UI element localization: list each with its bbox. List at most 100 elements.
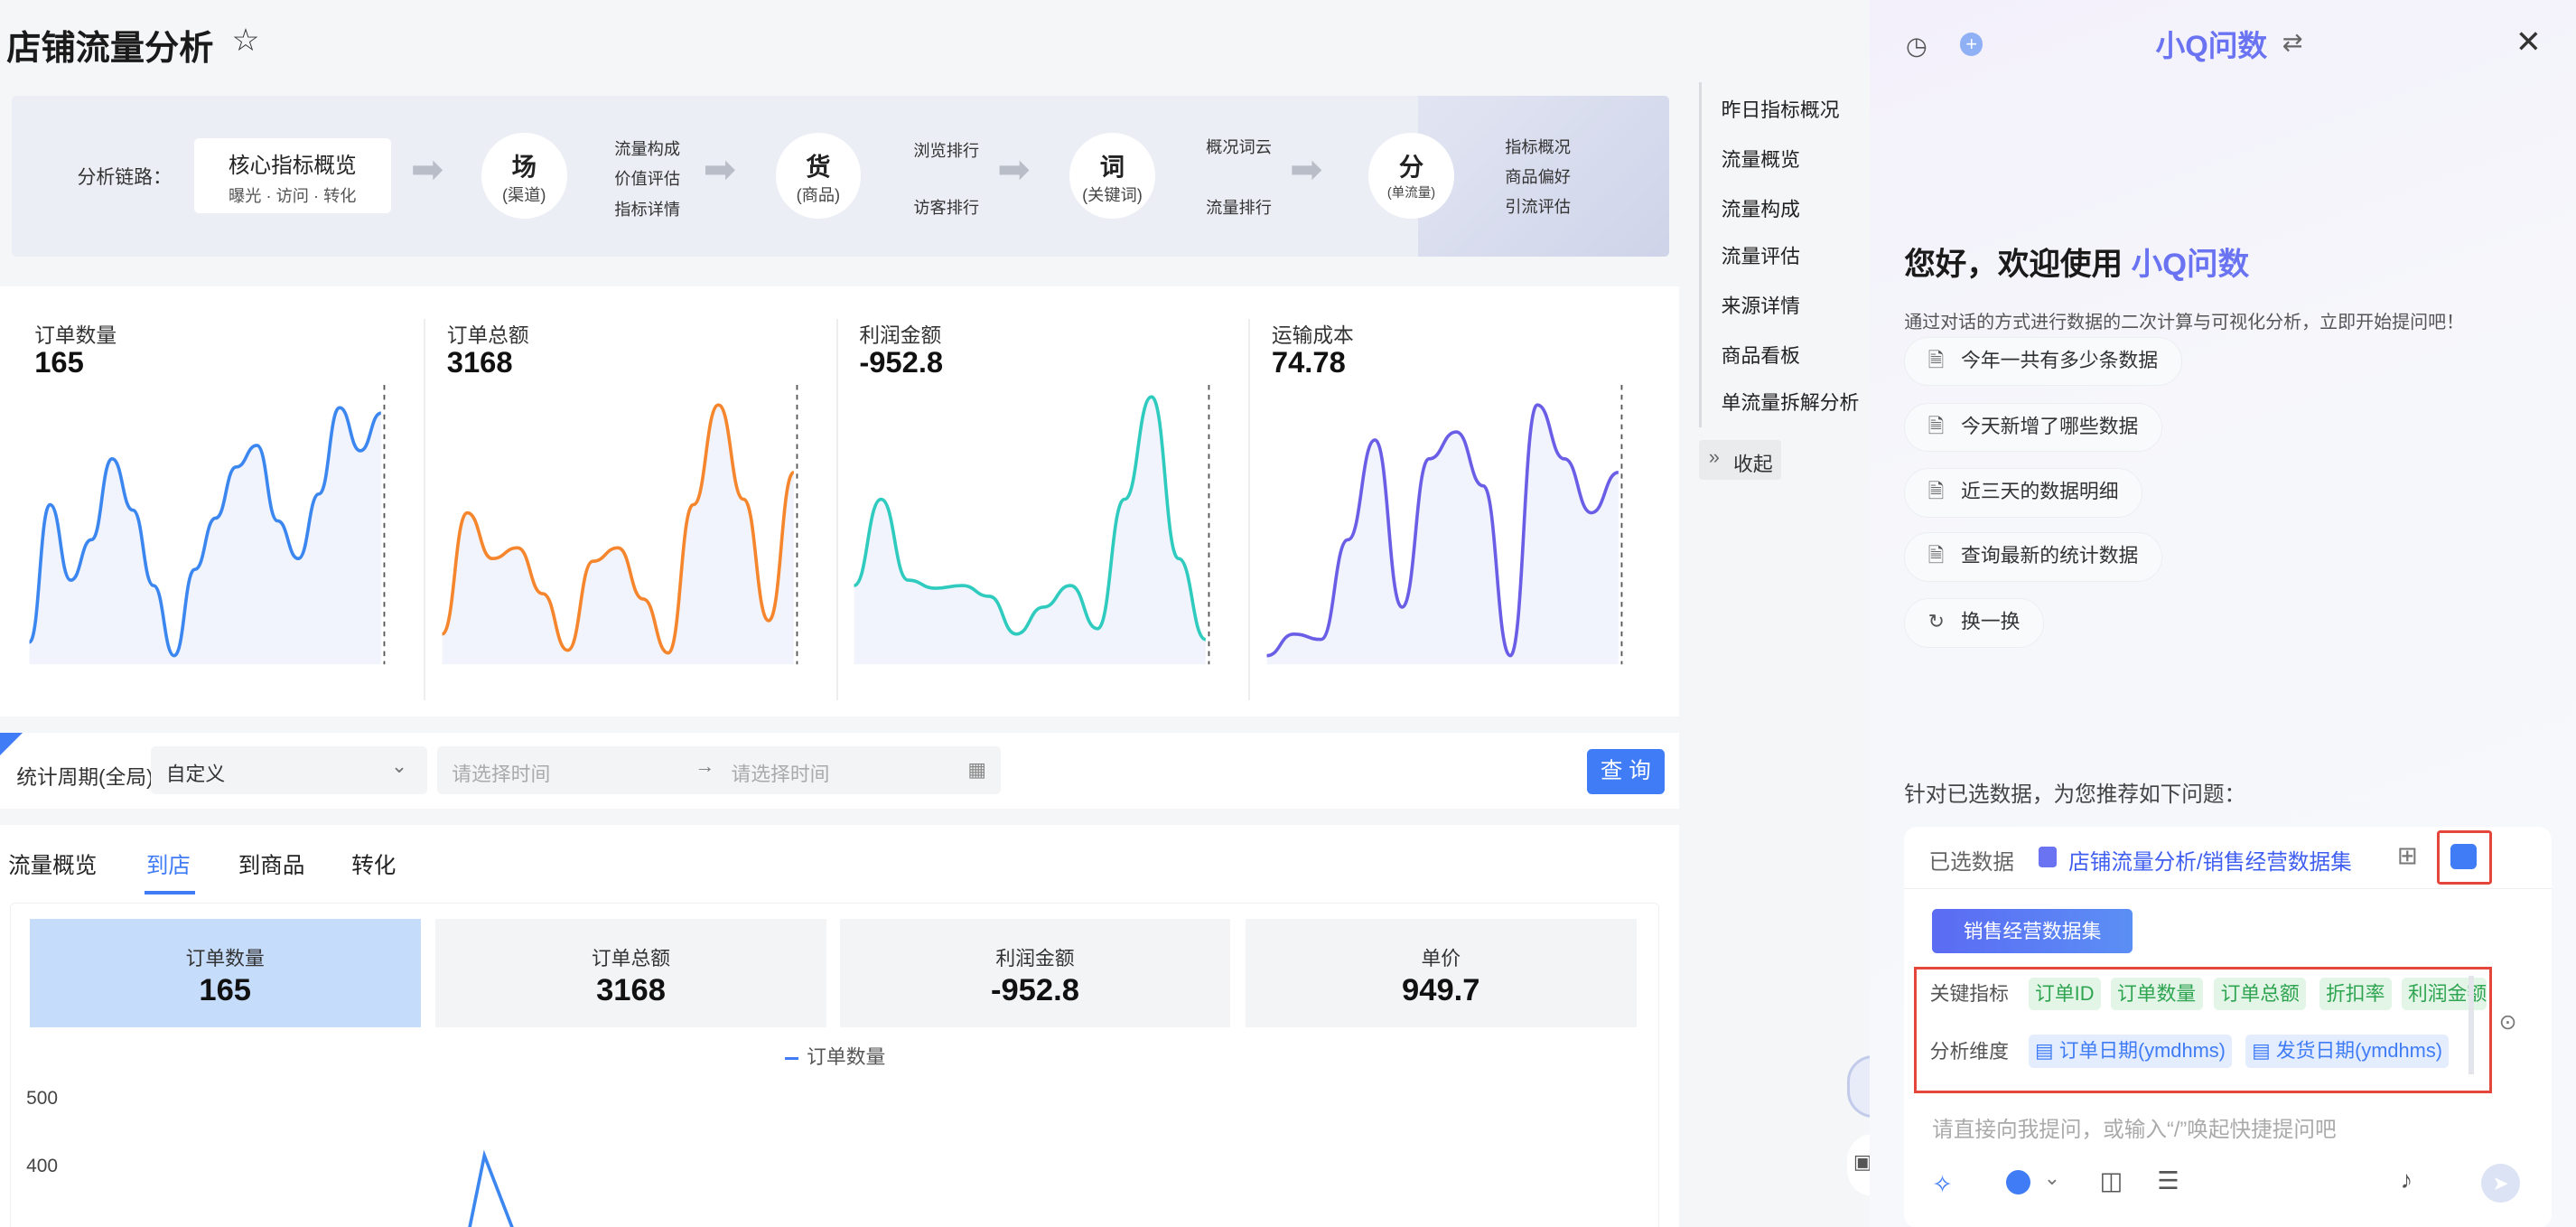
- end-date-input[interactable]: 请选择时间: [731, 759, 829, 787]
- sparkline-area: [854, 396, 1207, 664]
- double-chevron-icon: »: [1708, 445, 1720, 468]
- new-chat-icon[interactable]: +: [1960, 33, 1983, 56]
- chevron-down-icon[interactable]: ⌄: [2044, 1166, 2060, 1190]
- metric-tag[interactable]: 订单总额: [2214, 977, 2307, 1011]
- date-range-picker[interactable]: 请选择时间 → 请选择时间 ▦: [436, 745, 1001, 794]
- chat-input-box: 已选数据 店铺流量分析/销售经营数据集 ⊞ 销售经营数据集 关键指标 订单ID …: [1904, 826, 2552, 1227]
- dimension-tag[interactable]: ▤ 订单日期(ymdhms): [2028, 1035, 2233, 1068]
- node-keyword[interactable]: 词 (关键词): [1069, 133, 1155, 219]
- metric-card[interactable]: 利润金额 -952.8: [839, 918, 1231, 1027]
- branch-item[interactable]: 流量构成: [614, 136, 680, 160]
- data-config-icon: [2450, 844, 2478, 869]
- history-icon[interactable]: ◷: [1906, 32, 1927, 61]
- period-select[interactable]: 自定义 ⌄: [151, 745, 427, 794]
- tab-conversion[interactable]: 转化: [351, 848, 396, 880]
- sparkline-area: [442, 404, 794, 664]
- branch-item[interactable]: 概况词云: [1206, 135, 1272, 158]
- selected-dataset-link[interactable]: 店铺流量分析/销售经营数据集: [2068, 845, 2352, 876]
- dataset-pill[interactable]: 销售经营数据集: [1932, 908, 2133, 953]
- nav-item[interactable]: 流量构成: [1722, 194, 1800, 222]
- list-icon[interactable]: ☰: [2157, 1166, 2179, 1195]
- filter-flag-icon: [0, 733, 23, 755]
- nav-item[interactable]: 来源详情: [1722, 291, 1800, 319]
- nav-item[interactable]: 流量评估: [1722, 241, 1800, 269]
- doc-search-icon: 🗎: [1927, 348, 1945, 371]
- metric-tag[interactable]: 订单ID: [2028, 977, 2101, 1011]
- branch-item[interactable]: 流量排行: [1206, 195, 1272, 219]
- nav-item[interactable]: 昨日指标概况: [1722, 95, 1840, 123]
- more-icon[interactable]: ⊙: [2499, 1009, 2517, 1035]
- node-channel[interactable]: 场 (渠道): [481, 133, 567, 219]
- branch-item[interactable]: 指标详情: [614, 197, 680, 220]
- suggestion-chip[interactable]: 🗎 查询最新的统计数据: [1904, 532, 2162, 582]
- doc-search-icon: 🗎: [1927, 480, 1945, 503]
- node-goods[interactable]: 货 (商品): [775, 133, 862, 219]
- kpi-card: 订单总额 3168: [413, 286, 826, 717]
- node-big: 分: [1398, 152, 1424, 181]
- table-icon[interactable]: ⊞: [2397, 841, 2418, 870]
- node-single-flow[interactable]: 分 (单流量): [1368, 133, 1454, 219]
- branch-item[interactable]: 浏览排行: [913, 138, 979, 162]
- swap-icon[interactable]: ⇄: [2282, 28, 2303, 57]
- question-input[interactable]: 请直接向我提问，或输入“/”唤起快捷提问吧: [1932, 1112, 2337, 1143]
- scrollbar[interactable]: [2469, 975, 2474, 1074]
- range-arrow-icon: →: [695, 754, 715, 777]
- tab-overview[interactable]: 流量概览: [8, 848, 97, 880]
- chart-legend[interactable]: 订单数量: [785, 1042, 885, 1070]
- metric-name: 订单数量: [185, 947, 265, 970]
- suggestion-chip[interactable]: 🗎 今年一共有多少条数据: [1904, 336, 2182, 387]
- tab-to-store[interactable]: 到店: [146, 848, 191, 880]
- model-icon[interactable]: [2005, 1170, 2031, 1195]
- metric-tag[interactable]: 订单数量: [2110, 977, 2203, 1011]
- assistant-panel: ◷ + 小Q问数 ⇄ ✕ 您好，欢迎使用 小Q问数 通过对话的方式进行数据的二次…: [1870, 0, 2576, 1227]
- chip-label: 近三天的数据明细: [1961, 480, 2119, 503]
- collapse-button[interactable]: » 收起: [1698, 440, 1781, 481]
- close-icon[interactable]: ✕: [2515, 24, 2542, 61]
- start-date-input[interactable]: 请选择时间: [452, 759, 550, 787]
- node-small: (关键词): [1082, 185, 1143, 204]
- metrics-label: 关键指标: [1929, 982, 2009, 1006]
- kpi-value: -952.8: [859, 344, 944, 379]
- suggestion-chip[interactable]: 🗎 今天新增了哪些数据: [1904, 402, 2162, 453]
- kpi-panel: 订单数量 165 订单总额 3168 利润金额 -952.8 运输成本 74.7…: [0, 286, 1680, 717]
- microphone-icon[interactable]: ♪: [2401, 1166, 2413, 1194]
- nav-item[interactable]: 流量概览: [1722, 145, 1800, 173]
- metric-card[interactable]: 订单数量 165: [29, 918, 421, 1027]
- refresh-chip[interactable]: ↻ 换一换: [1904, 598, 2044, 648]
- metric-value: 3168: [596, 972, 666, 1007]
- data-settings-button[interactable]: [2436, 829, 2493, 885]
- nav-item[interactable]: 商品看板: [1722, 341, 1800, 369]
- nav-item[interactable]: 单流量拆解分析: [1722, 388, 1860, 416]
- suggestion-chip[interactable]: 🗎 近三天的数据明细: [1904, 468, 2142, 518]
- welcome-brand: 小Q问数: [2131, 247, 2250, 282]
- branch-item[interactable]: 引流评估: [1505, 194, 1571, 218]
- query-button[interactable]: 查 询: [1587, 749, 1665, 794]
- magic-wand-icon[interactable]: ✧: [1932, 1170, 1953, 1199]
- dimension-tag[interactable]: ▤ 发货日期(ymdhms): [2245, 1035, 2450, 1068]
- side-handle[interactable]: ▣: [1846, 1134, 1870, 1197]
- send-icon[interactable]: ➤: [2480, 1163, 2521, 1204]
- book-icon[interactable]: ◫: [2100, 1166, 2123, 1195]
- metric-card[interactable]: 单价 949.7: [1245, 918, 1637, 1027]
- branch-item[interactable]: 访客排行: [913, 195, 979, 219]
- chip-label: 换一换: [1961, 610, 2021, 633]
- branch-item[interactable]: 价值评估: [614, 166, 680, 190]
- metric-value: -952.8: [990, 972, 1079, 1007]
- y-tick-label: 500: [26, 1088, 58, 1110]
- kpi-card: 利润金额 -952.8: [825, 286, 1238, 717]
- filter-bar: 统计周期(全局) 自定义 ⌄ 请选择时间 → 请选择时间 ▦ 查 询: [0, 733, 1680, 809]
- assistant-avatar[interactable]: [1846, 1054, 1870, 1118]
- metric-tag[interactable]: 折扣率: [2319, 977, 2392, 1011]
- kpi-value: 74.78: [1271, 344, 1346, 379]
- core-metrics-box[interactable]: 核心指标概览 曝光 · 访问 · 转化: [193, 137, 391, 214]
- branch-item[interactable]: 商品偏好: [1505, 164, 1571, 188]
- branch-item[interactable]: 指标概况: [1505, 135, 1571, 158]
- star-icon[interactable]: ☆: [231, 23, 259, 59]
- metric-value: 949.7: [1402, 972, 1480, 1007]
- metric-tag[interactable]: 利润金额: [2401, 977, 2487, 1011]
- tab-to-goods[interactable]: 到商品: [238, 848, 305, 880]
- calendar-icon: ▦: [967, 757, 986, 781]
- node-big: 货: [806, 152, 831, 181]
- chip-label: 今年一共有多少条数据: [1961, 348, 2159, 371]
- metric-card[interactable]: 订单总额 3168: [435, 918, 826, 1027]
